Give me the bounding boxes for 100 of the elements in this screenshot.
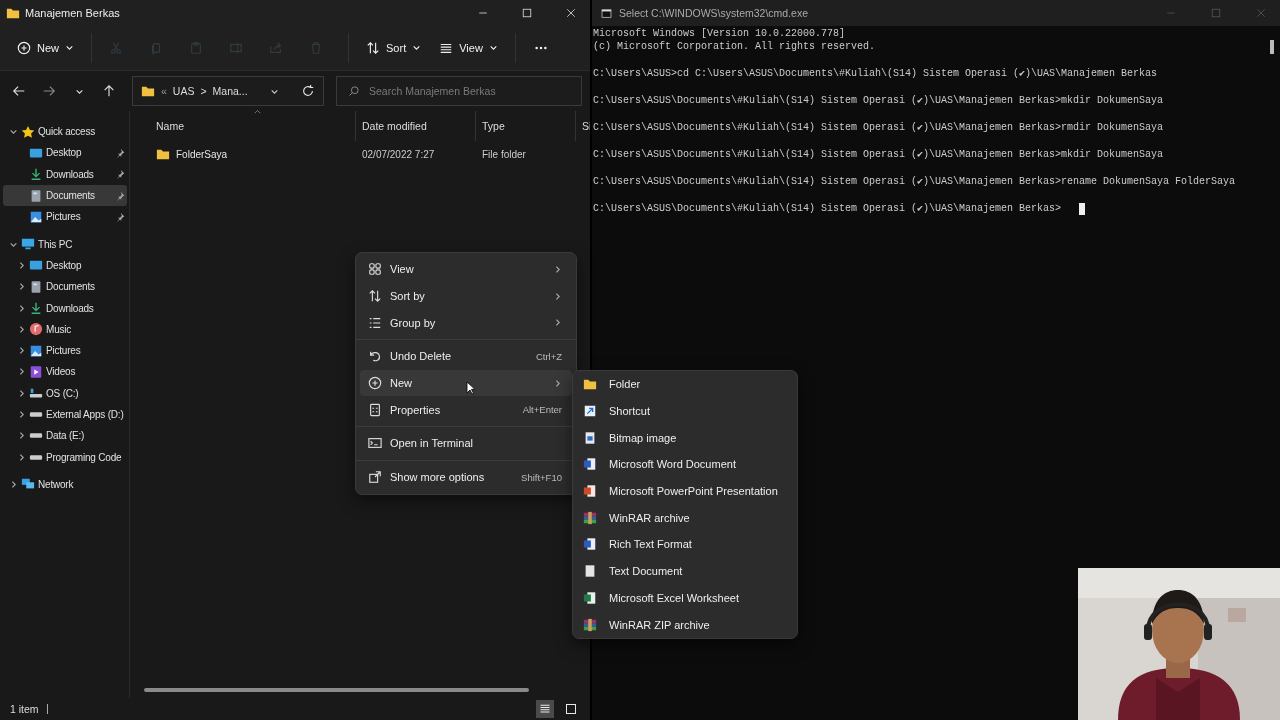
- item-count: 1 item: [10, 703, 39, 715]
- window-title: Manajemen Berkas: [25, 6, 121, 19]
- image-file-icon: [583, 430, 597, 445]
- menu-item[interactable]: Microsoft Word Document: [577, 451, 793, 478]
- download-icon: [29, 301, 43, 315]
- folder-icon: [141, 84, 155, 98]
- chevron-icon: [17, 303, 26, 313]
- console-line: C:\Users\ASUS\Documents\#Kuliah\(S14) Sistem Operasi (✔)\UAS\Manajemen Berkas>: [593, 201, 1062, 216]
- sidebar-item[interactable]: Quick access: [3, 121, 127, 143]
- close-icon: [1255, 8, 1266, 18]
- column-header[interactable]: Date modified: [356, 111, 476, 141]
- menu-item[interactable]: Show more options Shift+F10: [360, 463, 572, 491]
- drive-icon: [29, 433, 43, 439]
- table-cell: File folder: [482, 148, 526, 160]
- sidebar-item[interactable]: OS (C:): [3, 382, 127, 404]
- menu-item[interactable]: Microsoft Excel Worksheet: [577, 584, 793, 612]
- image-icon: [29, 209, 43, 224]
- sidebar-item[interactable]: Downloads: [3, 297, 127, 319]
- overflow-marker[interactable]: «: [161, 85, 167, 97]
- sort-button[interactable]: Sort: [359, 32, 429, 63]
- pin-icon: [115, 190, 125, 201]
- undo-icon: [368, 349, 382, 364]
- breadcrumb[interactable]: Mana...: [212, 85, 248, 97]
- window-title: Select C:\WINDOWS\system32\cmd.exe: [619, 7, 810, 19]
- file-name[interactable]: FolderSaya: [176, 148, 228, 160]
- list-icon: [368, 315, 382, 330]
- sidebar-item[interactable]: External Apps (D:): [3, 403, 127, 426]
- drive-icon: [29, 412, 43, 417]
- column-header[interactable]: Si: [576, 111, 590, 141]
- menu-item[interactable]: Bitmap image: [577, 424, 793, 452]
- menu-item[interactable]: WinRAR ZIP archive: [577, 611, 793, 638]
- menu-item[interactable]: WinRAR archive: [577, 504, 793, 532]
- word-file-icon: [583, 537, 597, 552]
- menu-item[interactable]: View: [360, 256, 572, 283]
- menu-item[interactable]: Sort by: [360, 282, 572, 310]
- chevron-icon: [9, 127, 18, 137]
- drive-icon: [29, 454, 43, 460]
- menu-item[interactable]: Undo Delete Ctrl+Z: [360, 343, 572, 370]
- document-icon: [29, 188, 43, 203]
- sidebar-item[interactable]: Desktop: [3, 142, 127, 164]
- sidebar-item[interactable]: Network: [3, 473, 127, 496]
- sidebar-item[interactable]: Music: [3, 318, 127, 340]
- new-button[interactable]: New: [10, 32, 81, 63]
- sidebar-item[interactable]: Pictures: [3, 339, 127, 362]
- address-bar[interactable]: « UAS > Mana...: [132, 76, 324, 106]
- pointer-icon: [466, 381, 475, 395]
- arrow-up-icon: [102, 84, 116, 98]
- word-file-icon: [583, 457, 597, 472]
- maximize-icon: [521, 7, 532, 18]
- sidebar-item[interactable]: Data (E:): [3, 425, 127, 447]
- sidebar-item[interactable]: Desktop: [3, 254, 127, 277]
- menu-item[interactable]: Text Document: [577, 557, 793, 585]
- terminal-icon: [368, 436, 382, 451]
- powerpoint-file-icon: [583, 484, 597, 499]
- menu-item[interactable]: Group by: [360, 309, 572, 337]
- console-line: Microsoft Windows [Version 10.0.22000.778]: [593, 27, 846, 41]
- arrow-right-icon: [42, 84, 56, 98]
- refresh-icon: [301, 84, 315, 98]
- caret-icon: [412, 43, 422, 52]
- sidebar-item[interactable]: Documents: [3, 184, 127, 207]
- menu-item[interactable]: Rich Text Format: [577, 531, 793, 558]
- chevron-icon: [17, 410, 26, 419]
- menu-item[interactable]: New: [360, 369, 572, 397]
- expand-icon: [368, 470, 382, 485]
- sidebar-item[interactable]: Pictures: [3, 206, 127, 228]
- view-button[interactable]: View: [432, 32, 505, 63]
- close-icon: [565, 7, 576, 18]
- sort-up-icon: [252, 107, 262, 116]
- shortcut-icon: [583, 404, 597, 419]
- sidebar-item[interactable]: Videos: [3, 361, 127, 383]
- image-icon: [29, 343, 43, 358]
- menu-item[interactable]: Open in Terminal: [360, 430, 572, 457]
- chevron-icon: [17, 431, 26, 441]
- chevron-icon: [553, 291, 562, 301]
- sidebar-item[interactable]: This PC: [3, 233, 127, 255]
- menu-item[interactable]: Folder: [577, 371, 793, 398]
- menu-item[interactable]: Properties Alt+Enter: [360, 396, 572, 424]
- shortcut-text: Ctrl+Z: [535, 350, 562, 362]
- chevron-icon: [17, 346, 26, 356]
- video-icon: [29, 364, 43, 379]
- scrollbar[interactable]: [144, 688, 530, 692]
- caret-icon: [65, 43, 74, 52]
- scrollbar[interactable]: [1270, 40, 1274, 54]
- column-header[interactable]: Name: [150, 111, 356, 141]
- archive-icon: [583, 510, 597, 525]
- pin-icon: [115, 147, 125, 158]
- chevron-icon: [9, 479, 18, 489]
- sidebar-item[interactable]: Documents: [3, 276, 127, 298]
- console-line: C:\Users\ASUS\Documents\#Kuliah\(S14) Sistem Operasi (✔)\UAS\Manajemen Berkas>rmdir DokumenSaya: [593, 121, 1164, 135]
- breadcrumb[interactable]: UAS: [172, 85, 195, 97]
- sidebar-item[interactable]: Downloads: [3, 163, 127, 185]
- sidebar-item[interactable]: Programing Code: [3, 446, 127, 468]
- music-icon: [29, 322, 43, 337]
- search-field[interactable]: Search Manajemen Berkas: [336, 76, 582, 106]
- details-view-button[interactable]: [536, 700, 554, 718]
- star-icon: [21, 124, 35, 139]
- menu-item[interactable]: Microsoft PowerPoint Presentation: [577, 477, 793, 505]
- menu-item[interactable]: Shortcut: [577, 397, 793, 425]
- column-header[interactable]: Type: [476, 111, 576, 141]
- folder-icon: [583, 377, 597, 392]
